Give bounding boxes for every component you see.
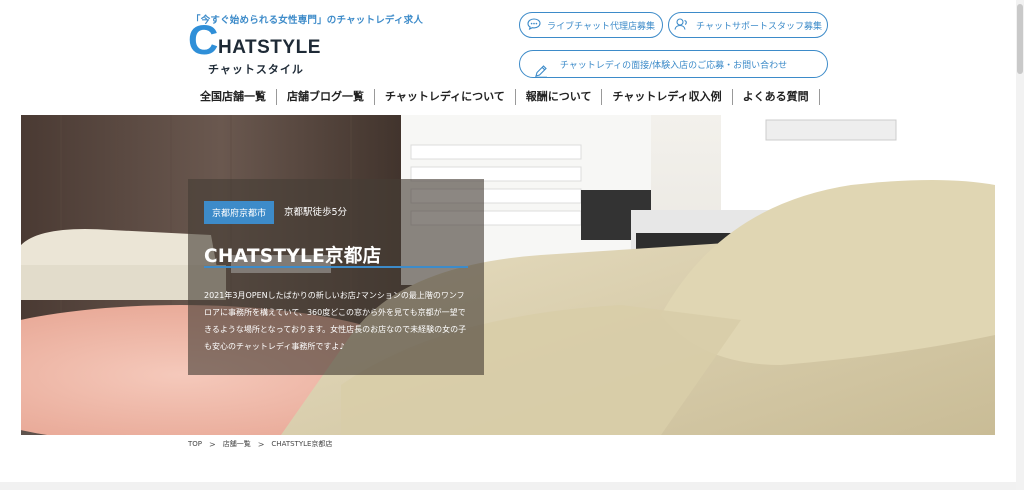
nav-rewards[interactable]: 報酬について — [516, 89, 603, 105]
breadcrumb-store-list-link[interactable]: 店舗一覧 — [223, 439, 251, 449]
breadcrumb-separator: > — [257, 439, 265, 449]
global-nav: 全国店舗一覧 店舗ブログ一覧 チャットレディについて 報酬について チャットレデ… — [190, 88, 820, 106]
hero-image — [21, 115, 995, 435]
interview-inquiry-label: チャットレディの面接/体験入店のご応募・お問い合わせ — [559, 60, 788, 71]
vertical-scrollbar[interactable] — [1016, 0, 1024, 490]
nav-store-list[interactable]: 全国店舗一覧 — [190, 89, 277, 105]
scrollbar-thumb[interactable] — [1017, 4, 1023, 74]
store-title: CHATSTYLE京都店 — [204, 246, 382, 267]
agency-recruit-label: ライブチャット代理店募集 — [547, 21, 655, 32]
nav-about-chatlady[interactable]: チャットレディについて — [375, 89, 516, 105]
nav-faq[interactable]: よくある質問 — [733, 89, 820, 105]
footer-strip — [0, 482, 1016, 490]
support-staff-icon — [674, 17, 696, 33]
support-staff-recruit-button[interactable]: チャットサポートスタッフ募集 — [668, 12, 828, 38]
breadcrumb-separator: > — [209, 439, 216, 449]
agency-recruit-button[interactable]: ライブチャット代理店募集 — [519, 12, 663, 38]
nav-income-examples[interactable]: チャットレディ収入例 — [602, 89, 733, 105]
support-staff-recruit-label: チャットサポートスタッフ募集 — [696, 21, 822, 32]
location-tag: 京都府京都市 — [204, 201, 275, 224]
breadcrumb: TOP > 店舗一覧 > CHATSTYLE京都店 — [188, 439, 332, 449]
page: 「今すぐ始められる女性専門」のチャットレディ求人 C HATSTYLE チャット… — [0, 0, 1016, 490]
logo-kana: チャットスタイル — [208, 63, 304, 76]
nav-store-blog-list[interactable]: 店舗ブログ一覧 — [277, 89, 375, 105]
interview-inquiry-button[interactable]: チャットレディの面接/体験入店のご応募・お問い合わせ — [519, 50, 828, 78]
store-description: 2021年3月OPENしたばかりの新しいお店♪マンションの最上階のワンフロアに事… — [204, 291, 467, 351]
logo-letter-c: C — [188, 16, 219, 63]
title-underline — [204, 266, 468, 268]
logo-wordmark: HATSTYLE — [218, 37, 321, 58]
site-logo[interactable]: C HATSTYLE チャットスタイル — [188, 19, 328, 77]
chat-bubble-icon — [527, 17, 547, 33]
breadcrumb-current: CHATSTYLE京都店 — [271, 440, 333, 448]
station-info: 京都駅徒歩5分 — [284, 207, 348, 218]
hero-photo-illustration — [21, 115, 995, 435]
breadcrumb-top-link[interactable]: TOP — [188, 440, 202, 448]
store-info-panel: 京都府京都市 京都駅徒歩5分 CHATSTYLE京都店 2021年3月OPENし… — [188, 179, 484, 375]
